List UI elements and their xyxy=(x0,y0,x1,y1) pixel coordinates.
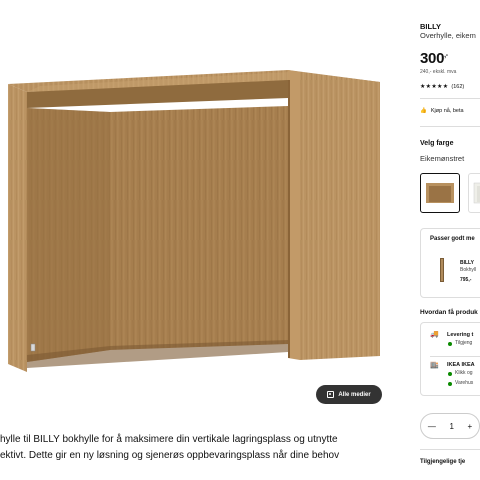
delivery-title[interactable]: Levering t xyxy=(447,332,473,338)
truck-icon: 🚚 xyxy=(430,331,439,338)
color-label: Velg farge xyxy=(420,140,454,147)
status-dot-green xyxy=(448,382,452,386)
product-description: hylle til BILLY bokhylle for å maksimere… xyxy=(0,432,400,464)
how-to-get-title: Hvordan få produk xyxy=(420,309,478,316)
color-swatch-white[interactable] xyxy=(468,173,480,213)
store-click-collect: Klikk og xyxy=(455,370,473,376)
product-gallery[interactable]: Alle medier xyxy=(0,0,400,412)
quantity-value[interactable]: 1 xyxy=(449,422,453,431)
shelf-left-side xyxy=(8,84,27,372)
fits-item-subtitle: Bokhyll xyxy=(460,267,477,273)
star-rating-icon: ★★★★★ xyxy=(420,84,449,90)
rating[interactable]: ★★★★★ (162) xyxy=(420,83,465,91)
color-value: Eikemønstret xyxy=(420,154,465,163)
oak-shelf-thumbnail xyxy=(426,183,454,203)
divider xyxy=(420,449,480,450)
bookcase-thumbnail xyxy=(440,258,444,282)
delivery-subtitle: Tilgjeng xyxy=(455,340,473,346)
status-dot-green xyxy=(448,342,452,346)
store-icon: 🏬 xyxy=(430,362,439,369)
product-image xyxy=(8,70,380,372)
rating-count: (162) xyxy=(451,83,465,90)
image-icon xyxy=(327,391,335,398)
price-excl-tax: 240,- ekskl. mva xyxy=(420,69,457,75)
buy-now-link[interactable]: 👍 Kjøp nå, beta xyxy=(420,108,464,114)
white-shelf-thumbnail xyxy=(473,182,480,204)
store-warehouse: Varehus xyxy=(455,380,474,386)
product-label-sticker xyxy=(30,343,36,352)
fits-item-price: 795,- xyxy=(460,277,472,283)
description-line: ektivt. Dette gir en ny løsning og sjene… xyxy=(0,450,340,461)
shelf-right-side xyxy=(300,72,380,360)
increase-button[interactable]: + xyxy=(468,422,473,431)
divider xyxy=(430,356,480,357)
product-name: BILLY xyxy=(420,22,441,31)
product-subtitle: Overhylle, eikem xyxy=(420,31,476,40)
thumbs-up-icon: 👍 xyxy=(420,108,427,114)
shelf-back-panel xyxy=(110,106,288,350)
fits-item-name: BILLY xyxy=(460,260,474,266)
fits-well-title: Passer godt me xyxy=(430,236,475,242)
status-dot-green xyxy=(448,372,452,376)
decrease-button[interactable]: — xyxy=(428,422,436,431)
divider xyxy=(420,126,480,127)
description-line: hylle til BILLY bokhylle for å maksimere… xyxy=(0,434,338,445)
all-media-button[interactable]: Alle medier xyxy=(316,385,382,404)
divider xyxy=(420,98,480,99)
quantity-stepper[interactable]: — 1 + xyxy=(420,413,480,439)
available-services-title[interactable]: Tilgjengelige tje xyxy=(420,459,465,465)
product-price: 300,- xyxy=(420,50,448,67)
color-swatch-oak[interactable] xyxy=(420,173,460,213)
store-title[interactable]: IKEA IKEA xyxy=(447,362,475,368)
product-info-panel: BILLY Overhylle, eikem 300,- 240,- ekskl… xyxy=(420,0,480,480)
